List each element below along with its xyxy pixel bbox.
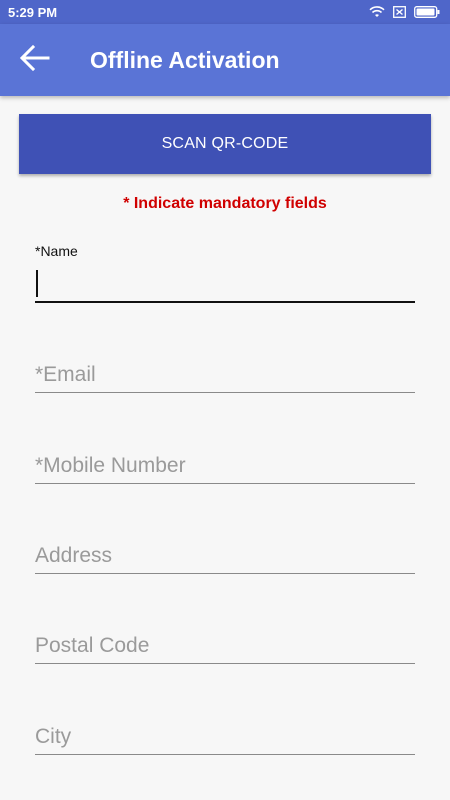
page-title: Offline Activation	[90, 46, 280, 73]
address-field	[35, 538, 415, 574]
scan-qr-code-button[interactable]: SCAN QR-CODE	[19, 114, 431, 174]
city-field	[35, 719, 415, 755]
status-bar: 5:29 PM	[0, 0, 450, 24]
address-underline	[35, 573, 415, 574]
postal-code-underline	[35, 663, 415, 664]
name-label: *Name	[35, 243, 78, 259]
back-button[interactable]	[0, 24, 70, 96]
address-input[interactable]	[35, 538, 415, 573]
arrow-back-icon	[19, 44, 50, 76]
app-bar: Offline Activation	[0, 24, 450, 96]
no-sim-icon	[393, 6, 406, 18]
name-field: *Name	[35, 243, 415, 303]
name-input[interactable]	[35, 261, 415, 301]
mandatory-fields-note: * Indicate mandatory fields	[123, 195, 327, 212]
postal-code-field	[35, 629, 415, 664]
email-field	[35, 358, 415, 393]
status-icons	[369, 6, 440, 18]
mobile-number-input[interactable]	[35, 448, 415, 483]
mobile-number-field	[35, 448, 415, 484]
postal-code-input[interactable]	[35, 629, 415, 663]
email-underline	[35, 392, 415, 393]
wifi-icon	[369, 6, 385, 18]
mobile-number-underline	[35, 483, 415, 484]
city-input[interactable]	[35, 719, 415, 754]
battery-icon	[414, 6, 440, 18]
status-time: 5:29 PM	[8, 4, 58, 20]
city-underline	[35, 754, 415, 755]
name-underline	[35, 301, 415, 303]
email-input[interactable]	[35, 358, 415, 392]
text-cursor	[36, 270, 38, 297]
